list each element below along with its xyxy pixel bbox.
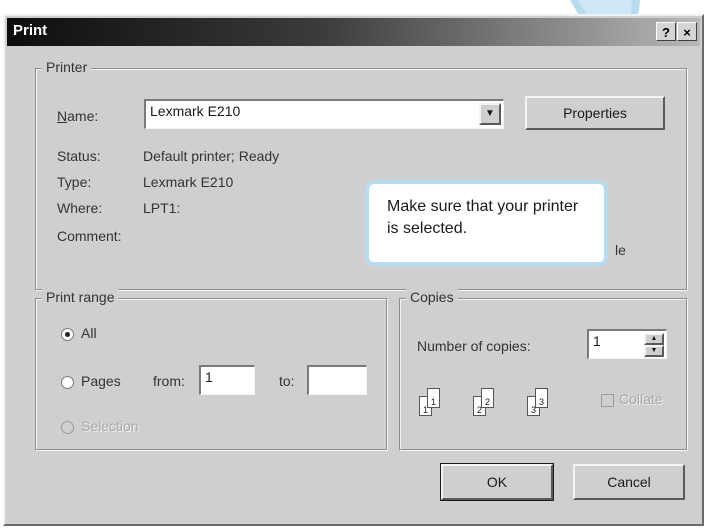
radio-all[interactable]: [61, 328, 74, 341]
dialog-title: Print: [13, 22, 48, 39]
type-value: Lexmark E210: [143, 174, 234, 190]
radio-pages[interactable]: [61, 376, 74, 389]
ok-label: OK: [486, 474, 508, 490]
copies-value: 1: [593, 333, 601, 349]
radio-selection: [61, 421, 74, 434]
type-label: Type:: [57, 174, 92, 190]
to-label: to:: [279, 373, 295, 389]
name-label: Name:: [57, 108, 99, 124]
copies-group: Copies: [399, 289, 687, 450]
spinner-up-button[interactable]: ▲: [644, 333, 664, 345]
radio-pages-label[interactable]: Pages: [81, 373, 121, 389]
callout-bubble: Make sure that your printer is selected.: [365, 180, 608, 266]
print-range-legend: Print range: [42, 289, 119, 305]
dropdown-button[interactable]: ▼: [479, 103, 501, 125]
printer-name-select[interactable]: Lexmark E210 ▼: [144, 99, 504, 129]
status-label: Status:: [57, 148, 101, 164]
copies-legend: Copies: [406, 289, 458, 305]
page-icon: 2: [481, 388, 494, 408]
where-label: Where:: [57, 200, 103, 216]
printer-name-value: Lexmark E210: [150, 103, 241, 119]
comment-label: Comment:: [57, 228, 122, 244]
properties-button[interactable]: Properties: [525, 96, 665, 130]
from-label: from:: [153, 373, 185, 389]
arrow-up-icon: ▲: [650, 335, 658, 342]
chevron-down-icon: ▼: [485, 108, 495, 119]
callout-text: Make sure that your printer is selected.: [387, 198, 579, 237]
where-value: LPT1:: [143, 200, 181, 216]
help-button[interactable]: ?: [656, 22, 676, 41]
radio-selected-dot: [65, 332, 70, 337]
page-icon: 3: [535, 388, 548, 408]
collate-label: Collate: [619, 391, 663, 407]
help-icon: ?: [662, 25, 670, 40]
to-input[interactable]: [307, 365, 367, 395]
cancel-button[interactable]: Cancel: [573, 464, 685, 500]
radio-selection-label: Selection: [81, 418, 139, 434]
printer-group-legend: Printer: [42, 59, 92, 75]
title-bar: Print ? ×: [7, 18, 700, 46]
radio-all-label[interactable]: All: [81, 325, 97, 341]
copies-spinner[interactable]: 1 ▲ ▼: [587, 329, 667, 359]
collate-checkbox: [601, 394, 614, 407]
close-button[interactable]: ×: [677, 22, 697, 41]
print-to-file-label[interactable]: le: [615, 242, 626, 258]
cancel-label: Cancel: [607, 474, 651, 490]
spinner-down-button[interactable]: ▼: [644, 345, 664, 357]
page-icon: 1: [427, 388, 440, 408]
from-input[interactable]: 1: [199, 365, 255, 395]
ok-button[interactable]: OK: [440, 463, 554, 501]
number-of-copies-label: Number of copies:: [417, 338, 531, 354]
arrow-down-icon: ▼: [650, 347, 658, 354]
from-value: 1: [205, 369, 213, 385]
print-dialog: Print ? × Printer Name: Lexmark E210 ▼ P…: [3, 14, 704, 526]
close-icon: ×: [683, 25, 691, 40]
status-value: Default printer; Ready: [143, 148, 280, 164]
properties-label: Properties: [563, 105, 627, 121]
